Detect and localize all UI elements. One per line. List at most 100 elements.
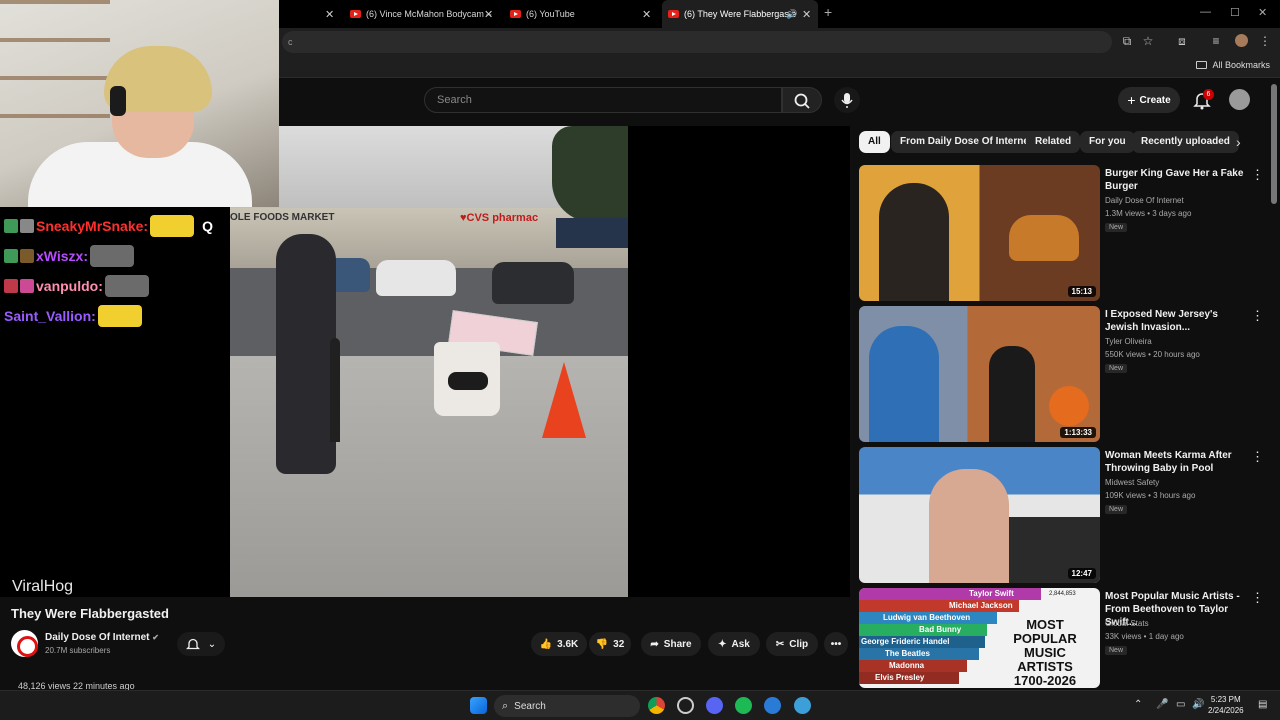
recommendation-channel[interactable]: Daily Dose Of Internet: [1105, 196, 1184, 205]
video-player[interactable]: OLE FOODS MARKET ♥CVS pharmac: [230, 126, 850, 597]
folder-icon: [1196, 61, 1208, 69]
chat-badge-icon: [4, 249, 18, 263]
channel-name-text: Daily Dose Of Internet: [45, 632, 150, 643]
chat-username: Saint_Vallion:: [4, 308, 96, 324]
chrome-icon[interactable]: [648, 697, 665, 714]
cast-icon[interactable]: ⧉: [1120, 34, 1134, 48]
taskbar-search[interactable]: ⌕ Search: [494, 695, 640, 717]
close-tab-icon[interactable]: ✕: [484, 8, 493, 21]
share-button[interactable]: ➦ Share: [641, 632, 701, 656]
chip-from-channel[interactable]: From Daily Dose Of Internet: [891, 131, 1042, 153]
recommendation-item[interactable]: 12:47 Woman Meets Karma After Throwing B…: [859, 447, 1269, 583]
video-thumbnail[interactable]: 12:47: [859, 447, 1100, 583]
maximize-button[interactable]: ☐: [1230, 6, 1240, 19]
app-icon[interactable]: [764, 697, 781, 714]
create-label: Create: [1139, 94, 1171, 106]
recommendation-item[interactable]: 1:13:33 I Exposed New Jersey's Jewish In…: [859, 306, 1269, 442]
more-vertical-icon[interactable]: ⋮: [1251, 308, 1264, 324]
recommendation-channel[interactable]: Tyler Oliveira: [1105, 337, 1152, 346]
network-icon[interactable]: ▭: [1176, 699, 1185, 710]
more-vertical-icon[interactable]: ⋮: [1251, 449, 1264, 465]
thumbnail-bar: The Beatles: [859, 648, 979, 660]
thumbnail-bar: Elvis Presley: [859, 672, 959, 684]
windows-start-icon[interactable]: [470, 697, 487, 714]
channel-name[interactable]: Daily Dose Of Internet ✔: [45, 632, 159, 643]
clock-time: 5:23 PM: [1210, 695, 1241, 704]
discord-icon[interactable]: [706, 697, 723, 714]
bookmark-star-icon[interactable]: ☆: [1141, 34, 1155, 48]
chip-for-you[interactable]: For you: [1080, 131, 1135, 153]
recommendation-title[interactable]: Burger King Gave Her a Fake Burger: [1105, 167, 1245, 193]
channel-avatar[interactable]: [11, 630, 38, 657]
chat-badge-icon: [20, 279, 34, 293]
duration-badge: 1:13:33: [1060, 427, 1096, 438]
microphone-icon: [841, 93, 853, 108]
volume-icon[interactable]: 🔊: [1192, 699, 1204, 710]
chevron-up-icon[interactable]: ⌃: [1134, 699, 1142, 710]
new-tab-button[interactable]: +: [824, 4, 832, 20]
tab-previous[interactable]: ✕: [283, 0, 343, 28]
tab-youtube[interactable]: (6) YouTube ✕: [506, 0, 662, 28]
search-button[interactable]: [782, 87, 822, 113]
page-scrollbar[interactable]: [1271, 84, 1277, 204]
profile-avatar-icon[interactable]: [1235, 34, 1248, 47]
ask-button[interactable]: ✦ Ask: [708, 632, 760, 656]
recommendation-channel[interactable]: Midwest Safety: [1105, 478, 1159, 487]
recommendation-item[interactable]: 15:13 Burger King Gave Her a Fake Burger…: [859, 165, 1269, 301]
extensions-icon[interactable]: ⧈: [1175, 34, 1189, 48]
microphone-icon[interactable]: 🎤: [1156, 699, 1168, 710]
tab-vince-mcmahon[interactable]: (6) Vince McMahon Bodycam – ✕: [346, 0, 506, 28]
chat-badge-icon: [20, 219, 34, 233]
more-vertical-icon[interactable]: ⋮: [1251, 167, 1264, 183]
chip-recently-uploaded[interactable]: Recently uploaded: [1132, 131, 1239, 153]
tab-they-were-flabbergasted[interactable]: (6) They Were Flabbergaste 🔊 ✕: [662, 0, 818, 28]
close-tab-icon[interactable]: ✕: [325, 8, 334, 21]
media-control-icon[interactable]: ≡: [1209, 34, 1223, 48]
viralhog-watermark: ViralHog: [12, 578, 74, 595]
thumbnail-bar: Bad Bunny: [859, 624, 987, 636]
globe-icon[interactable]: [794, 697, 811, 714]
search-input[interactable]: Search: [424, 87, 782, 113]
chevron-right-icon[interactable]: ›: [1236, 134, 1241, 150]
chat-message: vanpuldo:: [4, 275, 149, 297]
video-frame[interactable]: OLE FOODS MARKET ♥CVS pharmac: [230, 126, 628, 597]
recommendation-title[interactable]: I Exposed New Jersey's Jewish Invasion..…: [1105, 308, 1245, 334]
video-thumbnail[interactable]: 15:13: [859, 165, 1100, 301]
close-tab-icon[interactable]: ✕: [802, 8, 811, 21]
app-icon[interactable]: [677, 697, 694, 714]
minimize-button[interactable]: —: [1200, 6, 1211, 18]
clip-button[interactable]: ✂ Clip: [766, 632, 818, 656]
more-vertical-icon[interactable]: ⋮: [1251, 590, 1264, 606]
scene-car: [492, 262, 574, 304]
close-window-button[interactable]: ✕: [1258, 6, 1267, 19]
browser-menu-icon[interactable]: ⋮: [1258, 34, 1272, 48]
scene-bike-rack: [330, 338, 340, 442]
recommendation-channel[interactable]: Global Stats: [1105, 619, 1149, 628]
chat-message: xWiszx:: [4, 245, 135, 267]
video-thumbnail[interactable]: Taylor Swift Michael Jackson Ludwig van …: [859, 588, 1100, 688]
duration-badge: 12:47: [1067, 568, 1096, 579]
all-bookmarks-button[interactable]: All Bookmarks: [1196, 60, 1270, 70]
dislike-button[interactable]: 👎 32: [589, 632, 631, 656]
address-bar[interactable]: c: [282, 31, 1112, 53]
more-actions-button[interactable]: •••: [824, 632, 848, 656]
recommendation-meta: 109K views • 3 hours ago: [1105, 491, 1196, 500]
recommendation-item[interactable]: Taylor Swift Michael Jackson Ludwig van …: [859, 588, 1269, 688]
speaker-icon[interactable]: 🔊: [786, 9, 797, 20]
voice-search-button[interactable]: [834, 87, 860, 113]
thumbnail-bar: Taylor Swift: [859, 588, 1041, 600]
chip-related[interactable]: Related: [1026, 131, 1081, 153]
thumbnail-person: [869, 326, 939, 442]
video-thumbnail[interactable]: 1:13:33: [859, 306, 1100, 442]
like-button[interactable]: 👍 3.6K: [531, 632, 587, 656]
create-button[interactable]: + Create: [1118, 87, 1180, 113]
user-avatar[interactable]: [1229, 89, 1250, 110]
close-tab-icon[interactable]: ✕: [642, 8, 651, 21]
subscription-bell-button[interactable]: ⌄: [177, 632, 225, 656]
recommendation-title[interactable]: Woman Meets Karma After Throwing Baby in…: [1105, 449, 1245, 475]
chip-all[interactable]: All: [859, 131, 890, 153]
taskbar-clock[interactable]: 5:23 PM 2/24/2026: [1208, 694, 1244, 716]
notification-center-icon[interactable]: ▤: [1258, 699, 1267, 710]
spotify-icon[interactable]: [735, 697, 752, 714]
chat-text: Q: [202, 218, 213, 234]
